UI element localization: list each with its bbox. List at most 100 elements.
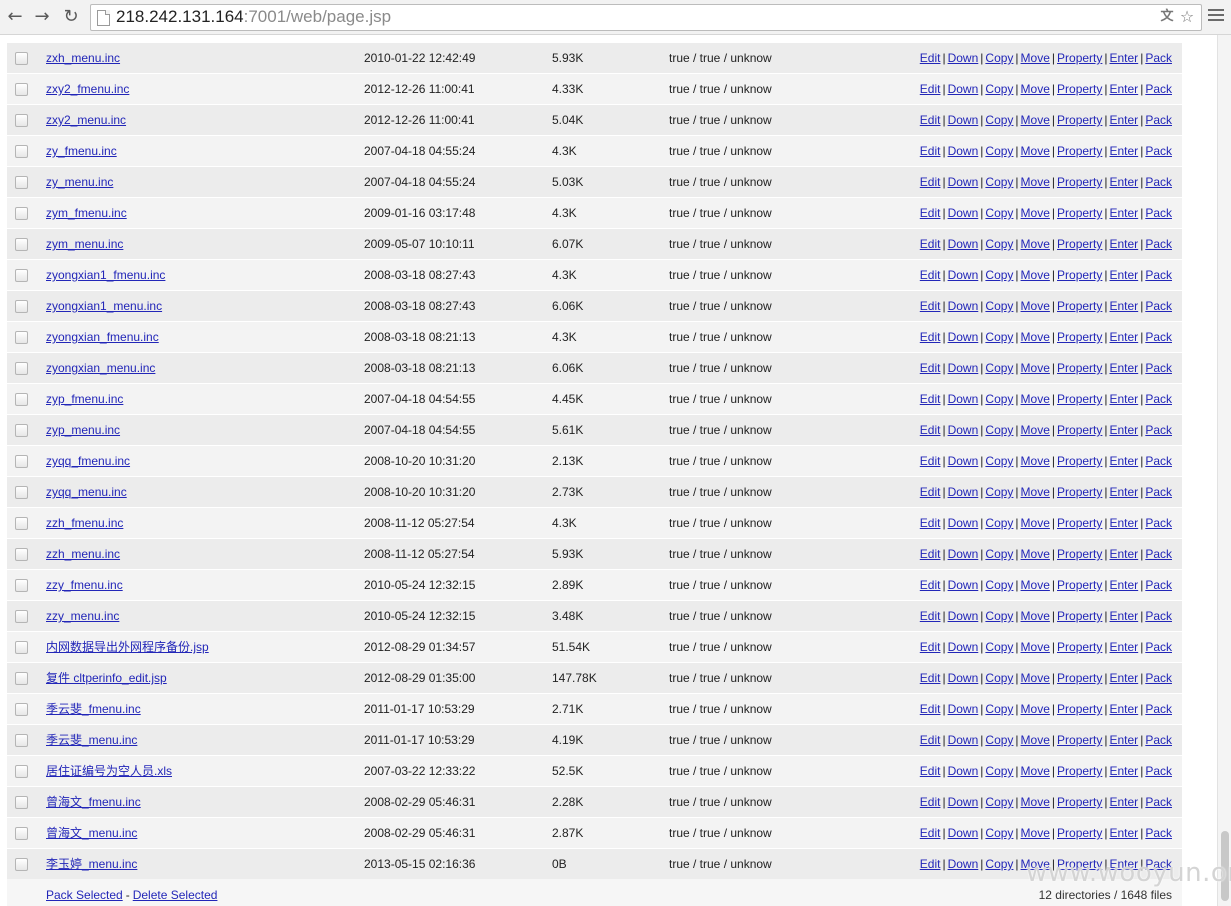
copy-link[interactable]: Copy [985, 609, 1013, 623]
row-checkbox[interactable] [15, 734, 28, 747]
row-checkbox[interactable] [15, 455, 28, 468]
property-link[interactable]: Property [1057, 485, 1102, 499]
enter-link[interactable]: Enter [1110, 733, 1139, 747]
property-link[interactable]: Property [1057, 206, 1102, 220]
property-link[interactable]: Property [1057, 764, 1102, 778]
move-link[interactable]: Move [1021, 454, 1050, 468]
file-name-link[interactable]: zyp_menu.inc [46, 423, 120, 437]
pack-link[interactable]: Pack [1145, 640, 1172, 654]
enter-link[interactable]: Enter [1110, 516, 1139, 530]
pack-link[interactable]: Pack [1145, 423, 1172, 437]
copy-link[interactable]: Copy [985, 857, 1013, 871]
copy-link[interactable]: Copy [985, 702, 1013, 716]
property-link[interactable]: Property [1057, 702, 1102, 716]
file-name-link[interactable]: zyongxian_fmenu.inc [46, 330, 159, 344]
move-link[interactable]: Move [1021, 516, 1050, 530]
enter-link[interactable]: Enter [1110, 392, 1139, 406]
row-checkbox[interactable] [15, 858, 28, 871]
copy-link[interactable]: Copy [985, 578, 1013, 592]
enter-link[interactable]: Enter [1110, 609, 1139, 623]
edit-link[interactable]: Edit [920, 609, 941, 623]
pack-link[interactable]: Pack [1145, 578, 1172, 592]
row-checkbox[interactable] [15, 207, 28, 220]
enter-link[interactable]: Enter [1110, 795, 1139, 809]
move-link[interactable]: Move [1021, 423, 1050, 437]
pack-link[interactable]: Pack [1145, 795, 1172, 809]
copy-link[interactable]: Copy [985, 485, 1013, 499]
row-checkbox[interactable] [15, 393, 28, 406]
move-link[interactable]: Move [1021, 485, 1050, 499]
row-checkbox[interactable] [15, 52, 28, 65]
enter-link[interactable]: Enter [1110, 640, 1139, 654]
edit-link[interactable]: Edit [920, 702, 941, 716]
down-link[interactable]: Down [948, 764, 979, 778]
down-link[interactable]: Down [948, 795, 979, 809]
property-link[interactable]: Property [1057, 733, 1102, 747]
edit-link[interactable]: Edit [920, 237, 941, 251]
enter-link[interactable]: Enter [1110, 485, 1139, 499]
pack-link[interactable]: Pack [1145, 299, 1172, 313]
row-checkbox[interactable] [15, 238, 28, 251]
file-name-link[interactable]: zzy_menu.inc [46, 609, 119, 623]
edit-link[interactable]: Edit [920, 268, 941, 282]
edit-link[interactable]: Edit [920, 764, 941, 778]
pack-link[interactable]: Pack [1145, 454, 1172, 468]
edit-link[interactable]: Edit [920, 795, 941, 809]
pack-link[interactable]: Pack [1145, 268, 1172, 282]
copy-link[interactable]: Copy [985, 454, 1013, 468]
row-checkbox[interactable] [15, 548, 28, 561]
edit-link[interactable]: Edit [920, 733, 941, 747]
pack-link[interactable]: Pack [1145, 733, 1172, 747]
row-checkbox[interactable] [15, 145, 28, 158]
down-link[interactable]: Down [948, 144, 979, 158]
edit-link[interactable]: Edit [920, 144, 941, 158]
forward-arrow-icon[interactable]: → [31, 6, 53, 28]
down-link[interactable]: Down [948, 516, 979, 530]
file-name-link[interactable]: 复件 cltperinfo_edit.jsp [46, 671, 167, 685]
file-name-link[interactable]: zyongxian1_menu.inc [46, 299, 162, 313]
move-link[interactable]: Move [1021, 299, 1050, 313]
copy-link[interactable]: Copy [985, 547, 1013, 561]
copy-link[interactable]: Copy [985, 144, 1013, 158]
edit-link[interactable]: Edit [920, 485, 941, 499]
property-link[interactable]: Property [1057, 361, 1102, 375]
move-link[interactable]: Move [1021, 702, 1050, 716]
down-link[interactable]: Down [948, 392, 979, 406]
property-link[interactable]: Property [1057, 144, 1102, 158]
row-checkbox[interactable] [15, 300, 28, 313]
property-link[interactable]: Property [1057, 640, 1102, 654]
down-link[interactable]: Down [948, 578, 979, 592]
copy-link[interactable]: Copy [985, 733, 1013, 747]
down-link[interactable]: Down [948, 547, 979, 561]
property-link[interactable]: Property [1057, 454, 1102, 468]
down-link[interactable]: Down [948, 330, 979, 344]
move-link[interactable]: Move [1021, 826, 1050, 840]
row-checkbox[interactable] [15, 331, 28, 344]
down-link[interactable]: Down [948, 175, 979, 189]
file-name-link[interactable]: zxy2_fmenu.inc [46, 82, 129, 96]
move-link[interactable]: Move [1021, 640, 1050, 654]
copy-link[interactable]: Copy [985, 516, 1013, 530]
edit-link[interactable]: Edit [920, 454, 941, 468]
edit-link[interactable]: Edit [920, 361, 941, 375]
enter-link[interactable]: Enter [1110, 361, 1139, 375]
file-name-link[interactable]: 季云斐_menu.inc [46, 733, 137, 747]
edit-link[interactable]: Edit [920, 640, 941, 654]
property-link[interactable]: Property [1057, 82, 1102, 96]
vertical-scrollbar[interactable] [1217, 35, 1231, 906]
url-text[interactable]: 218.242.131.164:7001/web/page.jsp [116, 7, 391, 27]
pack-link[interactable]: Pack [1145, 826, 1172, 840]
file-name-link[interactable]: zy_fmenu.inc [46, 144, 117, 158]
file-name-link[interactable]: 李玉婷_menu.inc [46, 857, 137, 871]
reload-icon[interactable]: ↻ [60, 6, 82, 28]
move-link[interactable]: Move [1021, 764, 1050, 778]
file-name-link[interactable]: 居住证编号为空人员.xls [46, 764, 172, 778]
copy-link[interactable]: Copy [985, 82, 1013, 96]
enter-link[interactable]: Enter [1110, 547, 1139, 561]
hamburger-menu-icon[interactable] [1208, 9, 1224, 25]
row-checkbox[interactable] [15, 796, 28, 809]
edit-link[interactable]: Edit [920, 113, 941, 127]
file-name-link[interactable]: zzh_fmenu.inc [46, 516, 123, 530]
down-link[interactable]: Down [948, 454, 979, 468]
move-link[interactable]: Move [1021, 82, 1050, 96]
